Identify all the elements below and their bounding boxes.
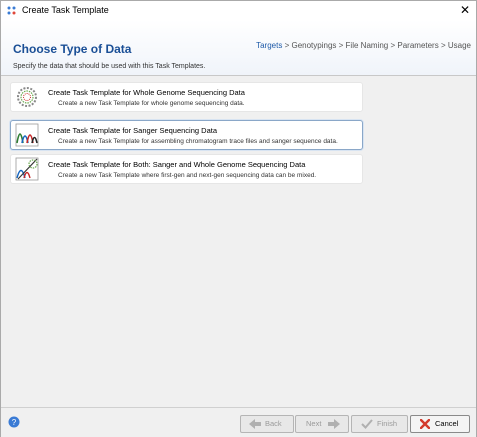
wizard-footer: ? Back Next Finish Cancel	[1, 407, 476, 437]
page-subtitle: Specify the data that should be used wit…	[13, 63, 206, 70]
cancel-label: Cancel	[435, 419, 459, 428]
breadcrumb-separator: >	[390, 41, 396, 50]
option-description: Create a new Task Template where first-g…	[58, 172, 317, 179]
wizard-header: Targets > Genotypings > File Naming > Pa…	[1, 20, 476, 76]
breadcrumb-step-parameters[interactable]: Parameters	[397, 41, 438, 50]
cancel-button[interactable]: Cancel	[410, 415, 470, 433]
option-both[interactable]: Create Task Template for Both: Sanger an…	[10, 154, 363, 184]
chromatogram-icon	[15, 123, 39, 147]
option-sanger[interactable]: Create Task Template for Sanger Sequenci…	[10, 120, 363, 150]
breadcrumb-step-usage[interactable]: Usage	[448, 41, 471, 50]
svg-text:?: ?	[12, 418, 17, 427]
close-icon[interactable]: ✕	[460, 3, 470, 17]
back-button[interactable]: Back	[240, 415, 294, 433]
next-button[interactable]: Next	[295, 415, 349, 433]
page-title: Choose Type of Data	[13, 42, 132, 56]
cancel-x-icon	[420, 419, 430, 429]
mixed-data-icon	[15, 157, 39, 181]
app-icon	[7, 6, 16, 15]
back-label: Back	[265, 419, 282, 428]
breadcrumb: Targets > Genotypings > File Naming > Pa…	[256, 41, 471, 50]
finish-button[interactable]: Finish	[351, 415, 408, 433]
help-icon[interactable]: ?	[8, 416, 20, 428]
option-description: Create a new Task Template for assemblin…	[58, 138, 338, 145]
genome-circle-icon	[17, 87, 37, 107]
arrow-right-icon	[328, 419, 340, 429]
breadcrumb-separator: >	[284, 41, 290, 50]
arrow-left-icon	[249, 419, 261, 429]
breadcrumb-separator: >	[338, 41, 344, 50]
options-panel: Create Task Template for Whole Genome Se…	[1, 76, 476, 406]
dialog-window: Create Task Template ✕ Targets > Genotyp…	[0, 0, 477, 437]
option-title: Create Task Template for Both: Sanger an…	[48, 160, 306, 169]
breadcrumb-step-targets[interactable]: Targets	[256, 41, 282, 50]
title-bar[interactable]: Create Task Template ✕	[1, 1, 476, 20]
option-whole-genome[interactable]: Create Task Template for Whole Genome Se…	[10, 82, 363, 112]
next-label: Next	[306, 419, 322, 428]
option-description: Create a new Task Template for whole gen…	[58, 100, 245, 107]
breadcrumb-step-genotypings[interactable]: Genotypings	[291, 41, 336, 50]
finish-label: Finish	[377, 419, 398, 428]
window-title: Create Task Template	[22, 5, 109, 15]
breadcrumb-step-file-naming[interactable]: File Naming	[346, 41, 389, 50]
breadcrumb-separator: >	[440, 41, 446, 50]
option-title: Create Task Template for Sanger Sequenci…	[48, 126, 217, 135]
option-title: Create Task Template for Whole Genome Se…	[48, 88, 245, 97]
checkmark-icon	[361, 419, 373, 429]
